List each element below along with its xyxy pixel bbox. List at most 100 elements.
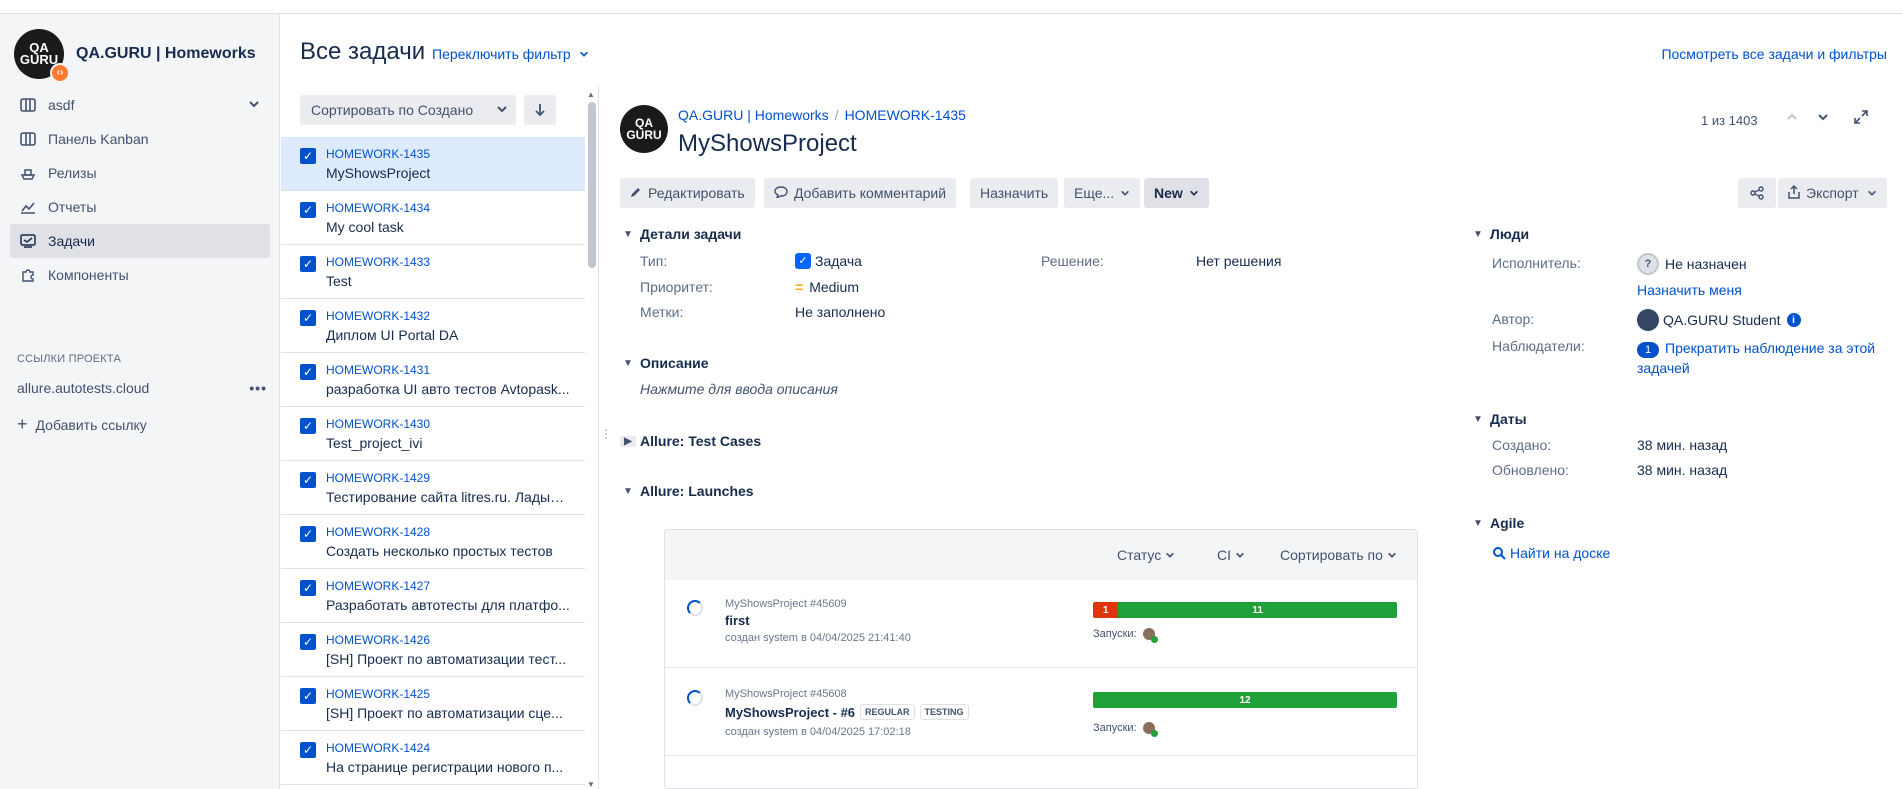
issue-key[interactable]: HOMEWORK-1426 [326,633,430,647]
issue-list-row[interactable]: ✓ HOMEWORK-1432 Диплом UI Portal DA [281,299,585,353]
passed-segment: 11 [1118,602,1397,618]
description-placeholder[interactable]: Нажмите для ввода описания [640,381,838,397]
chevron-down-icon: ▼ [623,485,633,497]
sort-dropdown[interactable]: Сортировать по Создано [300,95,516,125]
allure-test-cases-toggle[interactable]: ▶ Allure: Test Cases [620,433,761,449]
scroll-down-icon[interactable]: ▼ [587,780,595,789]
export-button[interactable]: Экспорт [1778,178,1887,208]
details-section-toggle[interactable]: ▼ Детали задачи [620,226,741,242]
sort-order-button[interactable] [524,95,556,125]
issue-list-row[interactable]: ✓ HOMEWORK-1430 Test_project_ivi [281,407,585,461]
top-bar [0,0,1903,14]
watch-toggle[interactable]: 1 Прекратить наблюдение за этой задачей [1637,338,1877,378]
issue-list-row[interactable]: ✓ HOMEWORK-1428 Создать несколько простых … [281,515,585,569]
breadcrumb-project[interactable]: QA.GURU | Homeworks [678,107,829,123]
issue-list-row[interactable]: ✓ HOMEWORK-1424 На странице регистрации но… [281,731,585,785]
chevron-down-icon: ▼ [1473,517,1483,529]
dates-section-toggle[interactable]: ▼ Даты [1470,411,1527,427]
sort-label: Сортировать по Создано [311,102,474,118]
chevron-down-icon[interactable] [1817,111,1829,126]
add-comment-button[interactable]: Добавить комментарий [764,178,957,208]
updated-label: Обновлено: [1492,462,1569,478]
issue-list-row[interactable]: ✓ HOMEWORK-1433 Test [281,245,585,299]
issue-list-row[interactable]: ✓ HOMEWORK-1426 [SH] Проект по автоматизац… [281,623,585,677]
info-icon[interactable]: i [1786,313,1801,327]
passed-segment: 12 [1093,692,1397,708]
chevron-up-icon[interactable] [1786,111,1798,126]
project-name: QA.GURU | Homeworks [76,45,256,62]
project-header[interactable]: QA GURU ‹› QA.GURU | Homeworks [14,28,274,83]
sidebar-item-issues[interactable]: Задачи [10,224,270,258]
launch-title[interactable]: first [725,613,750,628]
project-avatar: QA GURU [620,105,668,153]
chevron-down-icon [1235,552,1244,558]
allure-launches-title: Allure: Launches [640,483,754,499]
running-spinner-icon [687,600,703,616]
description-section-toggle[interactable]: ▼ Описание [620,355,709,371]
launch-row[interactable]: MyShowsProject #45609 first создан syste… [665,580,1417,668]
scroll-up-icon[interactable]: ▲ [587,90,595,99]
issue-key[interactable]: HOMEWORK-1429 [326,471,430,485]
issue-key[interactable]: HOMEWORK-1431 [326,363,430,377]
resize-handle[interactable]: ⋮ [600,428,612,440]
more-actions-button[interactable]: Еще... [1064,178,1141,208]
switch-filter-button[interactable]: Переключить фильтр [432,46,589,62]
find-on-board-link[interactable]: Найти на доске [1492,545,1610,561]
assign-to-me-link[interactable]: Назначить меня [1637,282,1742,298]
more-icon[interactable]: ••• [249,380,267,396]
chevron-down-icon [248,97,260,113]
issue-key[interactable]: HOMEWORK-1425 [326,687,430,701]
issue-key[interactable]: HOMEWORK-1435 [326,147,430,161]
share-button[interactable] [1738,178,1776,208]
issue-list-row[interactable]: ✓ HOMEWORK-1431 разработка UI авто тестов … [281,353,585,407]
people-section-toggle[interactable]: ▼ Люди [1470,226,1529,242]
chevron-right-icon: ▶ [620,435,636,447]
issue-list-row[interactable]: ✓ HOMEWORK-1435 MyShowsProject [281,137,585,191]
assign-button[interactable]: Назначить [970,178,1059,208]
more-label: Еще... [1074,185,1115,201]
sidebar-item-reports[interactable]: Отчеты [10,190,270,224]
issue-key[interactable]: HOMEWORK-1433 [326,255,430,269]
status-button[interactable]: New [1144,178,1209,208]
breadcrumb-issue-key[interactable]: HOMEWORK-1435 [845,107,966,123]
issue-key[interactable]: HOMEWORK-1427 [326,579,430,593]
labels-value[interactable]: Не заполнено [795,304,885,320]
stop-watching-link[interactable]: Прекратить наблюдение за этой задачей [1637,340,1875,376]
expand-icon[interactable] [1854,110,1868,127]
scrollbar-thumb[interactable] [588,102,596,268]
task-type-icon: ✓ [300,364,316,380]
task-type-icon: ✓ [300,688,316,704]
status-filter[interactable]: Статус [1117,547,1175,563]
board-selector[interactable]: asdf [10,88,270,122]
launch-sort-dropdown[interactable]: Сортировать по [1280,547,1397,563]
issue-key[interactable]: HOMEWORK-1428 [326,525,430,539]
view-all-filters-link[interactable]: Посмотреть все задачи и фильтры [1661,46,1887,62]
sidebar-item-releases[interactable]: Релизы [10,156,270,190]
allure-launches-toggle[interactable]: ▼ Allure: Launches [620,483,754,499]
issue-key[interactable]: HOMEWORK-1434 [326,201,430,215]
issue-list-row[interactable]: ✓ HOMEWORK-1425 [SH] Проект по автоматизац… [281,677,585,731]
issue-key[interactable]: HOMEWORK-1424 [326,741,430,755]
add-link-button[interactable]: + Добавить ссылку [17,414,147,435]
sidebar-item-kanban[interactable]: Панель Kanban [10,122,270,156]
project-link-label[interactable]: allure.autotests.cloud [17,380,149,396]
project-link-item[interactable]: allure.autotests.cloud ••• [17,380,267,396]
issue-list-row[interactable]: ✓ HOMEWORK-1434 My cool task [281,191,585,245]
issue-key[interactable]: HOMEWORK-1432 [326,309,430,323]
issue-list-scrollbar[interactable]: ▲ ▼ [587,90,597,789]
launch-row[interactable]: MyShowsProject #45608 MyShowsProject - #… [665,668,1417,756]
sidebar-item-components[interactable]: Компоненты [10,258,270,292]
issue-key[interactable]: HOMEWORK-1430 [326,417,430,431]
resolution-value: Нет решения [1196,253,1282,269]
ci-filter[interactable]: CI [1217,547,1245,563]
edit-button[interactable]: Редактировать [620,178,755,208]
issue-list-row[interactable]: ✓ HOMEWORK-1429 Тестирование сайта litres.… [281,461,585,515]
type-value-text: Задача [815,253,862,269]
issue-list-row[interactable]: ✓ HOMEWORK-1427 Разработать автотесты для … [281,569,585,623]
reporter-value[interactable]: QA.GURU Student i [1637,309,1801,331]
issue-summary: Test_project_ivi [326,435,423,451]
launch-title[interactable]: MyShowsProject - #6 REGULAR TESTING [725,704,969,720]
chevron-down-icon [1387,552,1396,558]
agile-section-toggle[interactable]: ▼ Agile [1470,515,1524,531]
description-title: Описание [640,355,709,371]
